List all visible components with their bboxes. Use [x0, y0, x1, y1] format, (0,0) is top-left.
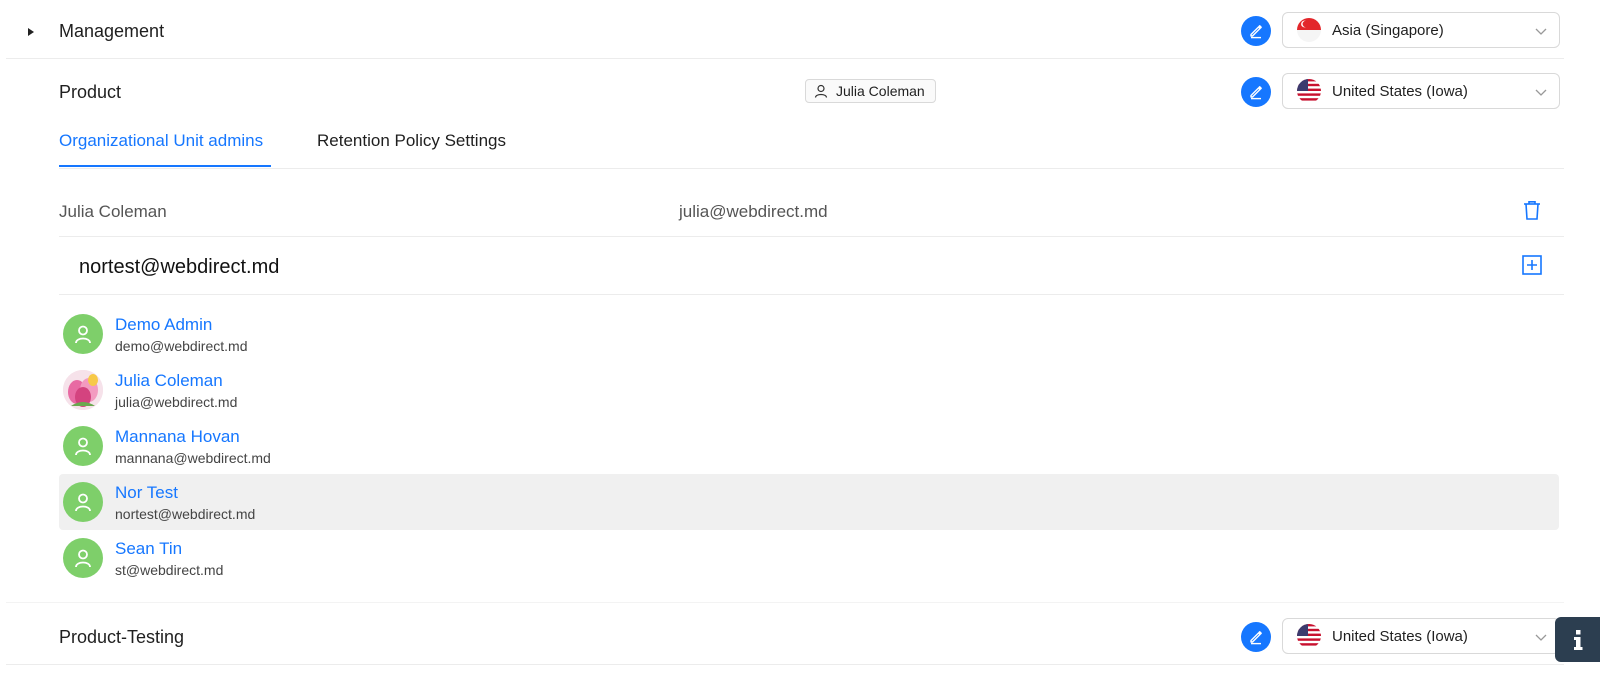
user-option[interactable]: Julia Coleman julia@webdirect.md — [59, 362, 1559, 418]
ou-name-product: Product — [59, 82, 122, 102]
us-flag-icon — [1297, 79, 1321, 103]
add-admin-button[interactable] — [1521, 254, 1543, 281]
pencil-icon — [1250, 86, 1262, 100]
region-label: United States (Iowa) — [1332, 82, 1468, 100]
user-option-email: mannana@webdirect.md — [115, 450, 271, 466]
trash-icon — [1524, 201, 1540, 220]
admin-search-input[interactable]: nortest@webdirect.md — [79, 256, 279, 279]
owner-name: Julia Coleman — [836, 83, 925, 99]
row-divider — [6, 58, 1564, 59]
user-option-name: Sean Tin — [115, 539, 183, 558]
ou-name-product-testing: Product-Testing — [59, 627, 185, 647]
active-tab-indicator — [59, 165, 271, 167]
user-option-email: nortest@webdirect.md — [115, 506, 256, 522]
region-label: Asia (Singapore) — [1332, 21, 1444, 39]
user-icon — [75, 437, 91, 456]
tab-retention-policy-settings[interactable]: Retention Policy Settings — [317, 131, 506, 151]
row-divider — [59, 236, 1564, 237]
user-avatar — [63, 482, 103, 522]
user-avatar — [63, 426, 103, 466]
chevron-down-icon — [1535, 634, 1547, 641]
user-option-name: Julia Coleman — [115, 371, 223, 390]
tab-organizational-unit-admins[interactable]: Organizational Unit admins — [59, 131, 263, 151]
user-option-highlighted[interactable]: Nor Test nortest@webdirect.md — [59, 474, 1559, 530]
user-option[interactable]: Demo Admin demo@webdirect.md — [59, 306, 1559, 362]
region-select-product[interactable]: United States (Iowa) — [1282, 73, 1560, 109]
user-option[interactable]: Sean Tin st@webdirect.md — [59, 530, 1559, 586]
row-divider — [6, 664, 1564, 665]
admin-email: julia@webdirect.md — [679, 202, 828, 221]
user-option-name: Demo Admin — [115, 315, 213, 334]
admin-name: Julia Coleman — [59, 202, 167, 221]
user-avatar — [63, 538, 103, 578]
row-divider — [6, 602, 1564, 603]
info-icon — [1573, 629, 1582, 650]
pencil-icon — [1250, 25, 1262, 39]
delete-admin-button[interactable] — [1521, 199, 1543, 226]
us-flag-icon — [1297, 624, 1321, 648]
region-select-product-testing[interactable]: United States (Iowa) — [1282, 618, 1560, 654]
region-select-management[interactable]: Asia (Singapore) — [1282, 12, 1560, 48]
user-option-email: st@webdirect.md — [115, 562, 224, 578]
user-option-name: Nor Test — [115, 483, 178, 502]
user-icon — [75, 493, 91, 512]
user-icon — [75, 325, 91, 344]
edit-management-button[interactable] — [1241, 16, 1271, 46]
user-option-email: demo@webdirect.md — [115, 338, 248, 354]
chevron-down-icon — [1535, 28, 1547, 35]
info-button[interactable] — [1555, 617, 1600, 662]
edit-product-testing-button[interactable] — [1241, 622, 1271, 652]
user-option-name: Mannana Hovan — [115, 427, 240, 446]
pencil-icon — [1250, 631, 1262, 645]
user-option[interactable]: Mannana Hovan mannana@webdirect.md — [59, 418, 1559, 474]
chevron-down-icon — [1535, 89, 1547, 96]
owner-tag: Julia Coleman — [805, 79, 936, 103]
user-option-email: julia@webdirect.md — [115, 394, 238, 410]
plus-square-icon — [1522, 255, 1542, 275]
ou-name-management: Management — [59, 21, 165, 41]
user-icon — [75, 549, 91, 568]
tulip-photo-avatar — [63, 370, 103, 410]
user-avatar — [63, 314, 103, 354]
singapore-flag-icon — [1297, 18, 1321, 42]
ou-list-panel: Management Asia (Singapore) Product Juli… — [6, 0, 1592, 674]
edit-product-button[interactable] — [1241, 77, 1271, 107]
user-icon — [814, 84, 828, 98]
tabs-divider — [59, 168, 1564, 169]
expand-caret-icon[interactable] — [28, 28, 34, 36]
region-label: United States (Iowa) — [1332, 627, 1468, 645]
row-divider — [59, 294, 1564, 295]
